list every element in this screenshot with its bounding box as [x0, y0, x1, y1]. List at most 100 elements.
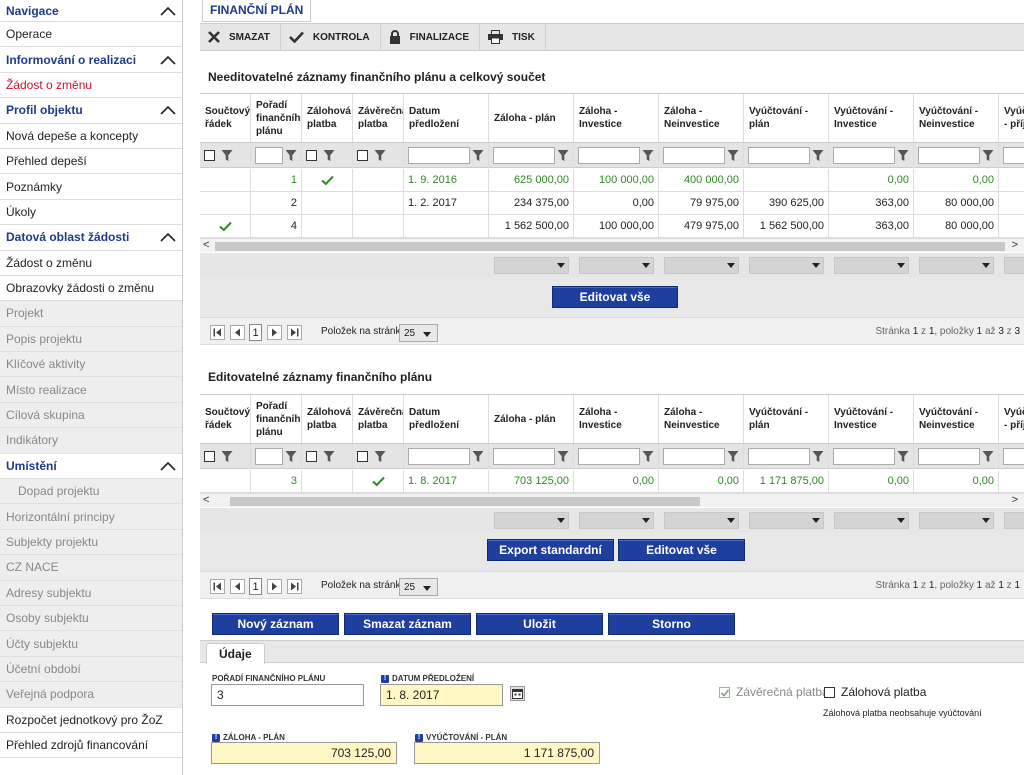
adv-plan-field[interactable]: 703 125,00 — [211, 742, 397, 764]
filter-icon[interactable] — [982, 450, 994, 463]
column-header[interactable]: Součtový řádek — [200, 94, 251, 142]
sidebar-item[interactable]: Přehled zdrojů financování — [0, 733, 182, 759]
delete-button[interactable]: SMAZAT — [200, 23, 281, 51]
filter-input[interactable] — [578, 147, 640, 164]
scrollbar-thumb[interactable] — [215, 242, 1005, 251]
aggregate-select[interactable] — [1004, 512, 1024, 529]
sidebar-item[interactable]: Indikátory — [0, 428, 182, 454]
sidebar-item[interactable]: Rozpočet jednotkový pro ŽoZ — [0, 708, 182, 733]
last-page-button[interactable] — [287, 325, 302, 340]
aggregate-select[interactable] — [579, 257, 654, 274]
table-row[interactable]: 41 562 500,00 100 000,00 479 975,00 1 562 5… — [200, 215, 1024, 238]
aggregate-select[interactable] — [834, 512, 909, 529]
save-button[interactable]: Uložit — [476, 613, 603, 635]
filter-checkbox[interactable] — [204, 451, 215, 462]
table-row[interactable]: 2 1. 2. 2017 234 375,00 0,00 79 975,00 390 62… — [200, 192, 1024, 215]
first-page-button[interactable] — [210, 325, 225, 340]
sidebar-item[interactable]: Horizontální principy — [0, 504, 182, 530]
column-header[interactable]: Vyúčtování - plán — [744, 94, 829, 142]
scroll-left-icon[interactable]: < — [203, 494, 209, 507]
filter-icon[interactable] — [642, 149, 654, 162]
prev-page-button[interactable] — [230, 325, 245, 340]
sidebar-item[interactable]: Nová depeše a koncepty — [0, 124, 182, 149]
aggregate-select[interactable] — [494, 257, 569, 274]
sidebar-section-header[interactable]: Navigace — [0, 0, 182, 22]
table-row[interactable]: 1 1. 9. 2016 625 000,00 100 000,00 400 000,0… — [200, 169, 1024, 192]
export-button[interactable]: Export standardní — [487, 539, 614, 561]
cancel-button[interactable]: Storno — [608, 613, 735, 635]
filter-checkbox[interactable] — [306, 451, 317, 462]
sidebar-section-header[interactable]: Umístění — [0, 454, 182, 480]
column-header[interactable]: Vyúčtování - Investice — [829, 94, 914, 142]
column-header[interactable]: Datum předložení — [404, 94, 489, 142]
column-header[interactable]: Pořadí finančního plánu — [251, 94, 302, 142]
filter-input[interactable] — [918, 147, 980, 164]
order-field[interactable]: 3 — [211, 684, 364, 706]
filter-icon[interactable] — [285, 149, 297, 162]
sidebar-item[interactable]: Subjekty projektu — [0, 529, 182, 556]
aggregate-select[interactable] — [834, 257, 909, 274]
filter-icon[interactable] — [812, 450, 824, 463]
column-header[interactable]: Záloha - plán — [489, 395, 574, 443]
scroll-right-icon[interactable]: > — [1012, 494, 1018, 507]
filter-icon[interactable] — [557, 450, 569, 463]
aggregate-select[interactable] — [664, 512, 739, 529]
filter-icon[interactable] — [897, 149, 909, 162]
column-header[interactable]: Vyúčtování - Neinvestice — [914, 395, 999, 443]
column-header[interactable]: Zálohová platba — [302, 94, 353, 142]
sidebar-item[interactable]: Místo realizace — [0, 377, 182, 403]
sidebar-item[interactable]: Adresy subjektu — [0, 580, 182, 606]
filter-icon[interactable] — [897, 450, 909, 463]
filter-input[interactable] — [663, 147, 725, 164]
column-header[interactable]: Součtový řádek — [200, 395, 251, 443]
filter-icon[interactable] — [472, 149, 484, 162]
filter-input[interactable] — [1003, 147, 1024, 164]
aggregate-select[interactable] — [749, 512, 824, 529]
filter-icon[interactable] — [374, 450, 386, 463]
filter-input[interactable] — [408, 147, 470, 164]
grid2-edit-all-button[interactable]: Editovat vše — [618, 539, 745, 561]
filter-icon[interactable] — [221, 149, 233, 162]
date-field[interactable]: 1. 8. 2017 — [380, 684, 503, 706]
final-payment-checkbox[interactable]: Závěrečná platba — [719, 685, 829, 699]
sidebar-item[interactable]: Dopad projektu — [0, 479, 182, 505]
sidebar-item[interactable]: Klíčové aktivity — [0, 352, 182, 378]
column-header[interactable]: Záloha - Investice — [574, 395, 659, 443]
sidebar-item[interactable]: Žádost o změnu — [0, 73, 182, 99]
sidebar-item[interactable]: CZ NACE — [0, 555, 182, 581]
horizontal-scrollbar[interactable]: < > — [200, 238, 1024, 252]
sidebar-item[interactable]: Popis projektu — [0, 326, 182, 353]
filter-input[interactable] — [493, 147, 555, 164]
filter-input[interactable] — [748, 448, 810, 465]
current-page[interactable]: 1 — [249, 578, 262, 595]
scrollbar-thumb[interactable] — [230, 497, 700, 506]
sidebar-item[interactable]: Veřejná podpora — [0, 682, 182, 708]
column-header[interactable]: Záloha - Investice — [574, 94, 659, 142]
filter-icon[interactable] — [374, 149, 386, 162]
filter-icon[interactable] — [323, 450, 335, 463]
current-page[interactable]: 1 — [249, 324, 262, 341]
sidebar-item[interactable]: Obrazovky žádosti o změnu — [0, 276, 182, 302]
column-header[interactable]: Záloha - plán — [489, 94, 574, 142]
filter-icon[interactable] — [727, 149, 739, 162]
filter-input[interactable] — [408, 448, 470, 465]
filter-input[interactable] — [493, 448, 555, 465]
filter-checkbox[interactable] — [204, 150, 215, 161]
sidebar-section-header[interactable]: Profil objektu — [0, 98, 182, 124]
filter-input[interactable] — [663, 448, 725, 465]
aggregate-select[interactable] — [1004, 257, 1024, 274]
sidebar-item[interactable]: Účty subjektu — [0, 631, 182, 657]
sidebar-item[interactable]: Projekt — [0, 301, 182, 327]
column-header[interactable]: Vyúčtování - příjmy — [999, 395, 1024, 443]
sidebar-item[interactable]: Osoby subjektu — [0, 605, 182, 632]
filter-icon[interactable] — [221, 450, 233, 463]
sidebar-item[interactable]: Operace — [0, 22, 182, 48]
sidebar-section-header[interactable]: Datová oblast žádosti — [0, 225, 182, 251]
aggregate-select[interactable] — [919, 512, 994, 529]
column-header[interactable]: Vyúčtování - příjmy — [999, 94, 1024, 142]
filter-input[interactable] — [578, 448, 640, 465]
column-header[interactable]: Vyúčtování - plán — [744, 395, 829, 443]
table-row[interactable]: 3 1. 8. 2017 703 125,00 0,00 0,00 1 171 875,0… — [200, 470, 1024, 493]
column-header[interactable]: Vyúčtování - Investice — [829, 395, 914, 443]
column-header[interactable]: Vyúčtování - Neinvestice — [914, 94, 999, 142]
